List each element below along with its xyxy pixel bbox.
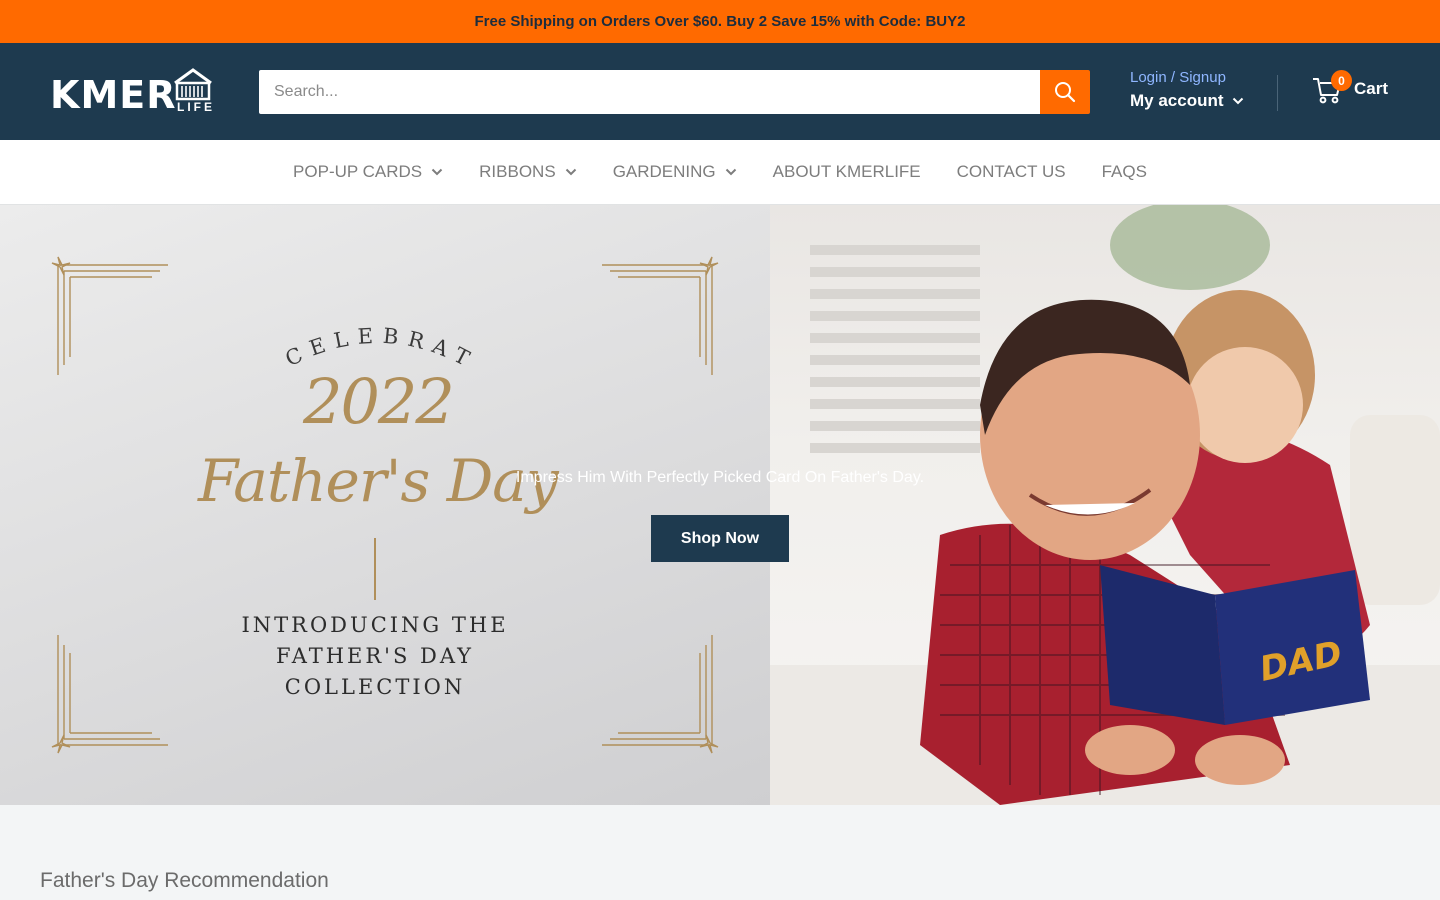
search-button[interactable] <box>1040 70 1090 114</box>
cart-count-badge: 0 <box>1331 70 1352 91</box>
chevron-down-icon <box>725 168 736 176</box>
chevron-down-icon <box>1232 97 1243 105</box>
hero-left-panel: CELEBRATE 2022 Father's Day INTRODUCING … <box>0 205 770 805</box>
search-bar <box>259 70 1090 114</box>
logo-sub: LIFE <box>177 100 215 114</box>
cart-label: Cart <box>1354 79 1389 98</box>
hero-intro: INTRODUCING THE FATHER'S DAY COLLECTION <box>200 610 550 703</box>
nav-item-contact-us[interactable]: CONTACT US <box>957 162 1066 182</box>
nav-item-label: FAQS <box>1101 162 1147 181</box>
site-header: KMER LIFE Login / Signup My account <box>0 43 1440 140</box>
hero-tagline: Impress Him With Perfectly Picked Card O… <box>515 469 925 486</box>
logo[interactable]: KMER LIFE <box>50 67 214 117</box>
nav-item-gardening[interactable]: GARDENING <box>613 162 737 182</box>
search-icon <box>1055 82 1076 103</box>
announcement-bar: Free Shipping on Orders Over $60. Buy 2 … <box>0 0 1440 43</box>
nav-item-label: GARDENING <box>612 162 716 181</box>
nav-item-label: ABOUT KMERLIFE <box>772 162 921 181</box>
cart-button[interactable]: 0 Cart <box>1312 70 1389 105</box>
shop-now-button[interactable]: Shop Now <box>651 515 789 562</box>
nav-item-faqs[interactable]: FAQS <box>1102 162 1147 182</box>
nav-item-about-kmerlife[interactable]: ABOUT KMERLIFE <box>773 162 921 182</box>
logo-brand: KMER <box>50 73 177 117</box>
nav-item-label: RIBBONS <box>479 162 556 181</box>
hero-divider-line <box>374 538 376 600</box>
hero-photo: DAD <box>770 205 1440 805</box>
cart-icon-wrap: 0 <box>1312 70 1352 105</box>
hero-intro-line: COLLECTION <box>284 675 466 699</box>
header-divider <box>1277 75 1278 111</box>
main-nav: POP-UP CARDS RIBBONS GARDENING ABOUT KME… <box>0 140 1440 205</box>
hero-intro-line: FATHER'S DAY <box>275 644 475 668</box>
father-daughter-photo: DAD <box>770 205 1440 805</box>
login-signup-link[interactable]: Login / Signup <box>1130 69 1244 86</box>
hero-year: 2022 <box>303 365 455 438</box>
nav-item-ribbons[interactable]: RIBBONS <box>479 162 577 182</box>
hero-banner[interactable]: CELEBRATE 2022 Father's Day INTRODUCING … <box>0 205 1440 805</box>
my-account-label: My account <box>1130 91 1224 110</box>
nav-item-label: POP-UP CARDS <box>293 162 423 181</box>
search-input[interactable] <box>259 70 1040 114</box>
nav-item-pop-up-cards[interactable]: POP-UP CARDS <box>293 162 443 182</box>
section-title-fathers-day: Father's Day Recommendation <box>40 869 329 892</box>
account-menu: Login / Signup My account <box>1130 69 1244 111</box>
nav-item-label: CONTACT US <box>956 162 1066 181</box>
announcement-text: Free Shipping on Orders Over $60. Buy 2 … <box>474 13 966 30</box>
chevron-down-icon <box>565 168 576 176</box>
my-account-button[interactable]: My account <box>1130 91 1244 111</box>
hero-intro-line: INTRODUCING THE <box>241 613 509 637</box>
chevron-down-icon <box>431 168 443 176</box>
